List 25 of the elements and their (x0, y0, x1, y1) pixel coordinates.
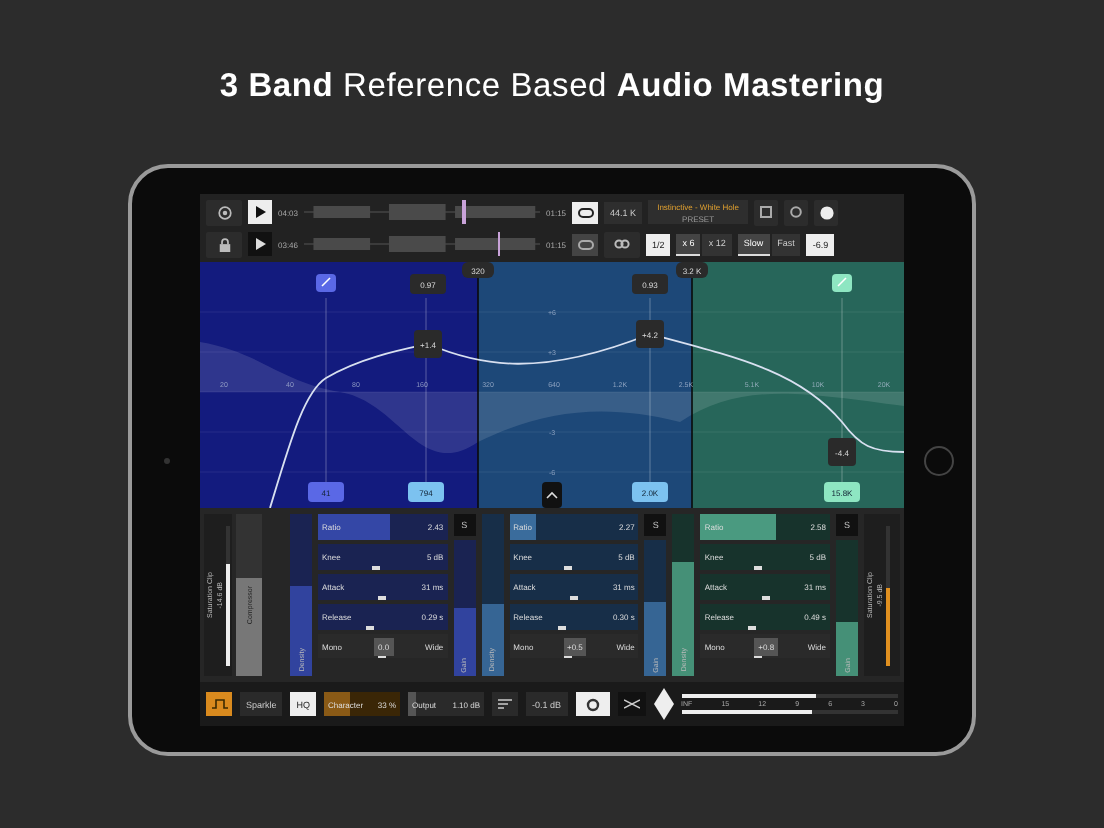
play-button[interactable] (248, 200, 272, 224)
waveform-icon[interactable] (206, 692, 232, 716)
settings-icon[interactable] (784, 199, 809, 225)
loop-icon (577, 239, 594, 249)
diamond-icon (653, 688, 674, 720)
camera-icon (163, 457, 169, 463)
headline: 3 Band Reference Based Audio Mastering (219, 66, 885, 106)
pencil-icon[interactable] (316, 274, 336, 292)
loop-button[interactable] (572, 233, 599, 255)
gear-icon[interactable] (575, 692, 610, 716)
loop-icon (577, 207, 594, 217)
help-icon[interactable] (814, 199, 839, 225)
link-icon[interactable] (604, 231, 641, 257)
scissors-icon[interactable] (617, 692, 646, 716)
playhead-marker[interactable] (462, 200, 466, 224)
limiter-icon[interactable] (492, 692, 519, 716)
loop-button[interactable] (572, 201, 599, 223)
play-icon (255, 206, 265, 218)
lock-icon[interactable] (206, 231, 242, 257)
play-button[interactable] (248, 232, 272, 256)
caret-up-icon[interactable] (542, 482, 562, 508)
play-icon (255, 238, 265, 250)
playhead-marker[interactable] (497, 232, 501, 256)
target-icon[interactable] (206, 199, 242, 225)
save-icon[interactable] (754, 199, 779, 225)
